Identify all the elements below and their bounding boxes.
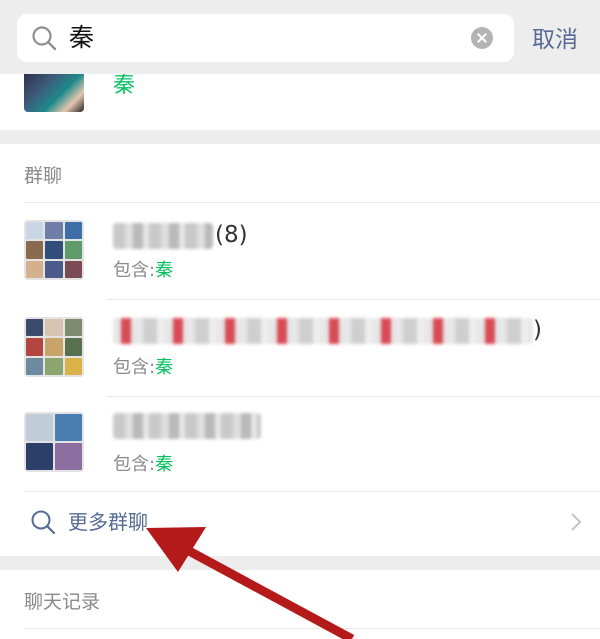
group-row[interactable]: (8) 包含:秦	[0, 203, 600, 299]
group-name-redacted	[113, 318, 533, 344]
more-groups-button[interactable]: 更多群聊	[0, 492, 600, 556]
group-name-tail: )	[533, 317, 542, 343]
search-icon	[31, 510, 56, 535]
group-member-count: (8)	[215, 222, 248, 248]
group-avatar	[24, 220, 84, 280]
group-match-info: 包含:秦	[113, 356, 173, 380]
more-groups-label: 更多群聊	[68, 510, 148, 534]
chat-history-section: 聊天记录	[0, 570, 600, 639]
contact-avatar[interactable]	[24, 74, 84, 112]
match-text: 秦	[155, 260, 174, 281]
group-match-info: 包含:秦	[113, 259, 173, 283]
group-avatar	[24, 412, 84, 472]
cancel-button[interactable]: 取消	[532, 25, 578, 55]
group-avatar	[24, 317, 84, 377]
chevron-right-icon	[571, 513, 582, 531]
group-row[interactable]: ) 包含:秦	[0, 300, 600, 396]
contains-label: 包含:	[113, 454, 156, 475]
match-text: 秦	[155, 357, 174, 378]
group-name-redacted	[113, 223, 213, 249]
search-box[interactable]: 秦	[17, 14, 514, 62]
section-title-history: 聊天记录	[24, 591, 101, 613]
clear-icon[interactable]	[471, 27, 493, 49]
group-name-redacted	[113, 413, 261, 439]
contact-name[interactable]: 秦	[113, 74, 135, 100]
search-input[interactable]: 秦	[69, 22, 94, 54]
group-chat-section: 群聊 (8) 包含:秦 ) 包含:秦 包含:秦 更多群聊	[0, 144, 600, 556]
contains-label: 包含:	[113, 260, 156, 281]
search-icon	[32, 26, 57, 51]
section-title-groups: 群聊	[24, 165, 63, 187]
contains-label: 包含:	[113, 357, 156, 378]
group-row[interactable]: 包含:秦	[0, 397, 600, 493]
search-bar: 秦 取消	[0, 0, 600, 74]
contact-results: 秦	[0, 74, 600, 130]
group-match-info: 包含:秦	[113, 453, 173, 477]
match-text: 秦	[155, 454, 174, 475]
divider	[24, 628, 600, 629]
